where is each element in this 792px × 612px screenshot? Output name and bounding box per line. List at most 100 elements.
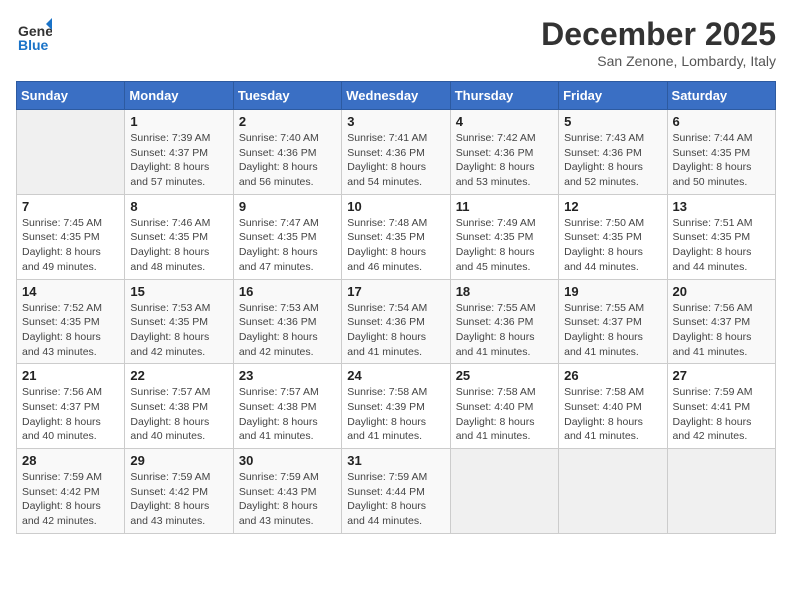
- day-cell: 5 Sunrise: 7:43 AM Sunset: 4:36 PM Daylig…: [559, 110, 667, 195]
- day-cell: 9Sunrise: 7:47 AM Sunset: 4:35 PM Daylig…: [233, 194, 341, 279]
- day-cell: [667, 449, 775, 534]
- day-cell: 2 Sunrise: 7:40 AM Sunset: 4:36 PM Daylig…: [233, 110, 341, 195]
- day-cell: 10 Sunrise: 7:48 AM Sunset: 4:35 PM Dayli…: [342, 194, 450, 279]
- day-cell: 24 Sunrise: 7:58 AM Sunset: 4:39 PM Dayli…: [342, 364, 450, 449]
- day-number: 10: [347, 199, 444, 214]
- day-info: Sunrise: 7:59 AM Sunset: 4:42 PM Dayligh…: [130, 470, 227, 529]
- day-number: 28: [22, 453, 119, 468]
- day-info: Sunrise: 7:56 AM Sunset: 4:37 PM Dayligh…: [22, 385, 119, 444]
- day-number: 2: [239, 114, 336, 129]
- day-number: 14: [22, 284, 119, 299]
- day-cell: 19Sunrise: 7:55 AM Sunset: 4:37 PM Dayli…: [559, 279, 667, 364]
- day-cell: 8 Sunrise: 7:46 AM Sunset: 4:35 PM Daylig…: [125, 194, 233, 279]
- day-info: Sunrise: 7:56 AM Sunset: 4:37 PM Dayligh…: [673, 301, 770, 360]
- day-info: Sunrise: 7:49 AM Sunset: 4:35 PM Dayligh…: [456, 216, 553, 275]
- day-info: Sunrise: 7:57 AM Sunset: 4:38 PM Dayligh…: [239, 385, 336, 444]
- day-cell: 27Sunrise: 7:59 AM Sunset: 4:41 PM Dayli…: [667, 364, 775, 449]
- day-number: 17: [347, 284, 444, 299]
- day-info: Sunrise: 7:48 AM Sunset: 4:35 PM Dayligh…: [347, 216, 444, 275]
- day-cell: 7 Sunrise: 7:45 AM Sunset: 4:35 PM Daylig…: [17, 194, 125, 279]
- day-number: 15: [130, 284, 227, 299]
- day-number: 24: [347, 368, 444, 383]
- day-cell: 25 Sunrise: 7:58 AM Sunset: 4:40 PM Dayli…: [450, 364, 558, 449]
- day-number: 1: [130, 114, 227, 129]
- month-title: December 2025: [541, 16, 776, 53]
- header: General Blue December 2025 San Zenone, L…: [16, 16, 776, 69]
- day-info: Sunrise: 7:42 AM Sunset: 4:36 PM Dayligh…: [456, 131, 553, 190]
- day-number: 18: [456, 284, 553, 299]
- day-header-sunday: Sunday: [17, 82, 125, 110]
- day-cell: 15 Sunrise: 7:53 AM Sunset: 4:35 PM Dayli…: [125, 279, 233, 364]
- logo-icon: General Blue: [16, 16, 52, 52]
- day-cell: 3 Sunrise: 7:41 AM Sunset: 4:36 PM Daylig…: [342, 110, 450, 195]
- day-number: 26: [564, 368, 661, 383]
- day-number: 7: [22, 199, 119, 214]
- day-number: 8: [130, 199, 227, 214]
- day-header-thursday: Thursday: [450, 82, 558, 110]
- week-row-4: 21 Sunrise: 7:56 AM Sunset: 4:37 PM Dayli…: [17, 364, 776, 449]
- day-info: Sunrise: 7:55 AM Sunset: 4:37 PM Dayligh…: [564, 301, 661, 360]
- day-number: 25: [456, 368, 553, 383]
- day-info: Sunrise: 7:39 AM Sunset: 4:37 PM Dayligh…: [130, 131, 227, 190]
- day-number: 20: [673, 284, 770, 299]
- day-cell: 22 Sunrise: 7:57 AM Sunset: 4:38 PM Dayli…: [125, 364, 233, 449]
- day-info: Sunrise: 7:55 AM Sunset: 4:36 PM Dayligh…: [456, 301, 553, 360]
- day-info: Sunrise: 7:58 AM Sunset: 4:40 PM Dayligh…: [564, 385, 661, 444]
- day-cell: 4 Sunrise: 7:42 AM Sunset: 4:36 PM Daylig…: [450, 110, 558, 195]
- day-cell: 13 Sunrise: 7:51 AM Sunset: 4:35 PM Dayli…: [667, 194, 775, 279]
- day-cell: 16Sunrise: 7:53 AM Sunset: 4:36 PM Dayli…: [233, 279, 341, 364]
- day-number: 22: [130, 368, 227, 383]
- day-info: Sunrise: 7:58 AM Sunset: 4:39 PM Dayligh…: [347, 385, 444, 444]
- day-info: Sunrise: 7:53 AM Sunset: 4:35 PM Dayligh…: [130, 301, 227, 360]
- logo: General Blue: [16, 16, 56, 52]
- week-row-1: 1 Sunrise: 7:39 AM Sunset: 4:37 PM Daylig…: [17, 110, 776, 195]
- day-number: 27: [673, 368, 770, 383]
- day-number: 30: [239, 453, 336, 468]
- day-number: 13: [673, 199, 770, 214]
- day-cell: 17 Sunrise: 7:54 AM Sunset: 4:36 PM Dayli…: [342, 279, 450, 364]
- day-header-saturday: Saturday: [667, 82, 775, 110]
- day-number: 11: [456, 199, 553, 214]
- day-info: Sunrise: 7:59 AM Sunset: 4:44 PM Dayligh…: [347, 470, 444, 529]
- day-info: Sunrise: 7:52 AM Sunset: 4:35 PM Dayligh…: [22, 301, 119, 360]
- day-number: 5: [564, 114, 661, 129]
- day-info: Sunrise: 7:50 AM Sunset: 4:35 PM Dayligh…: [564, 216, 661, 275]
- day-cell: [559, 449, 667, 534]
- day-info: Sunrise: 7:58 AM Sunset: 4:40 PM Dayligh…: [456, 385, 553, 444]
- day-info: Sunrise: 7:41 AM Sunset: 4:36 PM Dayligh…: [347, 131, 444, 190]
- day-number: 23: [239, 368, 336, 383]
- day-cell: 14 Sunrise: 7:52 AM Sunset: 4:35 PM Dayli…: [17, 279, 125, 364]
- day-cell: 26 Sunrise: 7:58 AM Sunset: 4:40 PM Dayli…: [559, 364, 667, 449]
- day-cell: 18 Sunrise: 7:55 AM Sunset: 4:36 PM Dayli…: [450, 279, 558, 364]
- day-info: Sunrise: 7:46 AM Sunset: 4:35 PM Dayligh…: [130, 216, 227, 275]
- day-number: 21: [22, 368, 119, 383]
- day-number: 16: [239, 284, 336, 299]
- day-info: Sunrise: 7:57 AM Sunset: 4:38 PM Dayligh…: [130, 385, 227, 444]
- svg-text:Blue: Blue: [18, 37, 49, 52]
- day-info: Sunrise: 7:45 AM Sunset: 4:35 PM Dayligh…: [22, 216, 119, 275]
- day-cell: 29 Sunrise: 7:59 AM Sunset: 4:42 PM Dayli…: [125, 449, 233, 534]
- day-cell: 30Sunrise: 7:59 AM Sunset: 4:43 PM Dayli…: [233, 449, 341, 534]
- day-header-friday: Friday: [559, 82, 667, 110]
- day-cell: [450, 449, 558, 534]
- day-cell: 31Sunrise: 7:59 AM Sunset: 4:44 PM Dayli…: [342, 449, 450, 534]
- day-cell: 6Sunrise: 7:44 AM Sunset: 4:35 PM Daylig…: [667, 110, 775, 195]
- day-info: Sunrise: 7:51 AM Sunset: 4:35 PM Dayligh…: [673, 216, 770, 275]
- day-number: 3: [347, 114, 444, 129]
- week-row-2: 7 Sunrise: 7:45 AM Sunset: 4:35 PM Daylig…: [17, 194, 776, 279]
- location: San Zenone, Lombardy, Italy: [541, 53, 776, 69]
- day-cell: 23 Sunrise: 7:57 AM Sunset: 4:38 PM Dayli…: [233, 364, 341, 449]
- day-cell: 12Sunrise: 7:50 AM Sunset: 4:35 PM Dayli…: [559, 194, 667, 279]
- day-cell: 21 Sunrise: 7:56 AM Sunset: 4:37 PM Dayli…: [17, 364, 125, 449]
- day-number: 4: [456, 114, 553, 129]
- day-header-tuesday: Tuesday: [233, 82, 341, 110]
- day-header-monday: Monday: [125, 82, 233, 110]
- day-number: 6: [673, 114, 770, 129]
- day-info: Sunrise: 7:54 AM Sunset: 4:36 PM Dayligh…: [347, 301, 444, 360]
- week-row-5: 28 Sunrise: 7:59 AM Sunset: 4:42 PM Dayli…: [17, 449, 776, 534]
- day-info: Sunrise: 7:40 AM Sunset: 4:36 PM Dayligh…: [239, 131, 336, 190]
- day-info: Sunrise: 7:43 AM Sunset: 4:36 PM Dayligh…: [564, 131, 661, 190]
- day-info: Sunrise: 7:47 AM Sunset: 4:35 PM Dayligh…: [239, 216, 336, 275]
- day-cell: 28Sunrise: 7:59 AM Sunset: 4:42 PM Dayli…: [17, 449, 125, 534]
- day-number: 29: [130, 453, 227, 468]
